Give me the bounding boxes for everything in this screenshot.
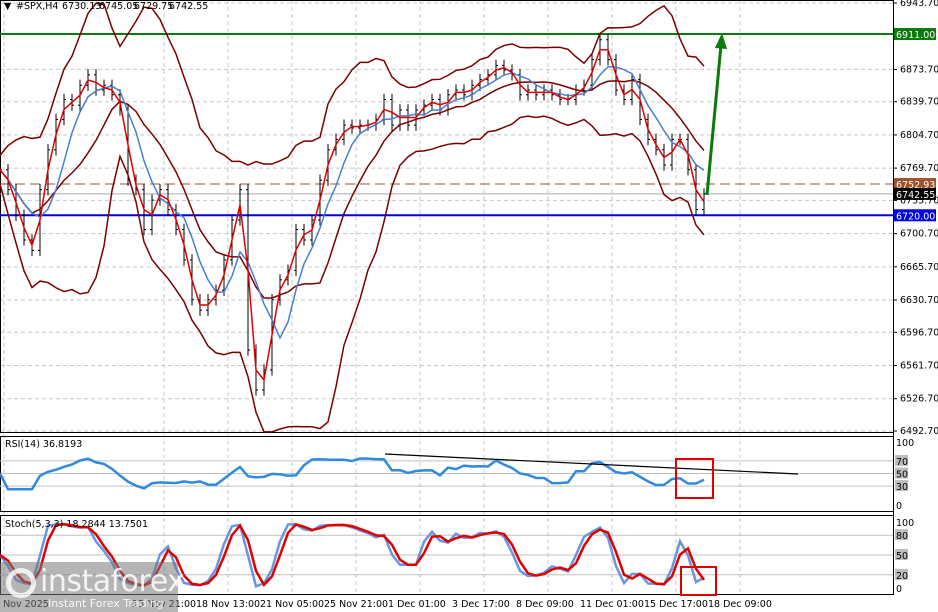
y-tick-label: 6873.70 <box>900 64 938 75</box>
forecast-arrow <box>705 44 723 196</box>
logo-name: instaforex <box>40 564 185 599</box>
bollinger-middle <box>0 79 705 299</box>
ohlc-close: 6742.55 <box>169 1 208 12</box>
bollinger-lower <box>0 115 705 433</box>
x-tick-label: 1 Dec 01:00 <box>388 599 446 610</box>
chart-canvas[interactable]: 6943.706873.706839.706804.706769.706735.… <box>0 0 938 612</box>
current-price-tag: 6742.55 <box>896 190 935 201</box>
instaforex-logo: instaforex Instant Forex Trading <box>0 562 185 612</box>
y-tick-label: 6561.70 <box>900 361 938 372</box>
rsi-tick-label: 70 <box>896 457 908 468</box>
chart-window: 6943.70 6873.70 6839.70 6804.70 6769.70 6735.… <box>0 0 938 612</box>
x-tick-label: 21 Nov 05:00 <box>260 599 324 610</box>
y-tick-label: 6596.70 <box>900 327 938 338</box>
rsi-label: RSI(14) 36.8193 <box>5 439 82 450</box>
stoch-tick-label: 20 <box>896 571 908 582</box>
y-tick-label: 6839.70 <box>900 97 938 108</box>
y-tick-label: 6700.70 <box>900 229 938 240</box>
x-tick-label: 3 Dec 17:00 <box>452 599 510 610</box>
y-tick-label: 6665.70 <box>900 262 938 273</box>
x-tick-label: 18 Dec 09:00 <box>708 599 772 610</box>
rsi-tick-label: 50 <box>896 470 908 481</box>
x-tick-label: 8 Dec 09:00 <box>516 599 574 610</box>
rsi-trendline <box>384 453 799 475</box>
symbol-label: #SPX,H4 <box>16 1 58 12</box>
ohlc-high: 6745.05 <box>99 1 138 12</box>
y-tick-label: 6630.70 <box>900 295 938 306</box>
y-tick-label: 6492.70 <box>900 426 938 437</box>
grid <box>0 0 893 595</box>
resistance-price-tag: 6911.00 <box>896 30 935 41</box>
levels: 6911.006752.936742.556720.00 <box>0 28 936 222</box>
ohlc-low: 6729.75 <box>134 1 173 12</box>
arrow-head-icon <box>715 33 727 49</box>
logo-tagline: Instant Forex Trading <box>48 597 164 610</box>
stoch-label: Stoch(5,3,3) 18.2844 13.7501 <box>5 519 148 530</box>
stoch-tick-label: 50 <box>896 551 908 562</box>
main-pane <box>0 0 894 433</box>
collapse-triangle-icon[interactable]: ▼ <box>4 1 12 12</box>
y-tick-label: 6804.70 <box>900 130 938 141</box>
slow-ma-line <box>0 66 705 340</box>
stoch-tick-label: 80 <box>896 531 908 542</box>
rsi-tick-label: 30 <box>896 482 908 493</box>
stoch-tick-label: 0 <box>896 584 902 595</box>
y-tick-label: 6526.70 <box>900 394 938 405</box>
gear-logo-icon <box>6 568 36 598</box>
rsi-tick-label: 100 <box>896 438 914 449</box>
bollinger-upper <box>0 2 705 166</box>
y-tick-label: 6943.70 <box>900 0 938 9</box>
x-tick-label: 25 Nov 21:00 <box>324 599 388 610</box>
rsi-tick-label: 0 <box>896 501 902 512</box>
support-price-tag: 6720.00 <box>896 211 935 222</box>
price-series <box>0 2 727 433</box>
x-tick-label: 15 Dec 17:00 <box>644 599 708 610</box>
x-tick-label: 18 Nov 13:00 <box>196 599 260 610</box>
x-tick-label: 11 Dec 01:00 <box>580 599 644 610</box>
stoch-tick-label: 100 <box>896 518 914 529</box>
ohlc-open: 6730.13 <box>62 1 101 12</box>
y-tick-label: 6769.70 <box>900 163 938 174</box>
